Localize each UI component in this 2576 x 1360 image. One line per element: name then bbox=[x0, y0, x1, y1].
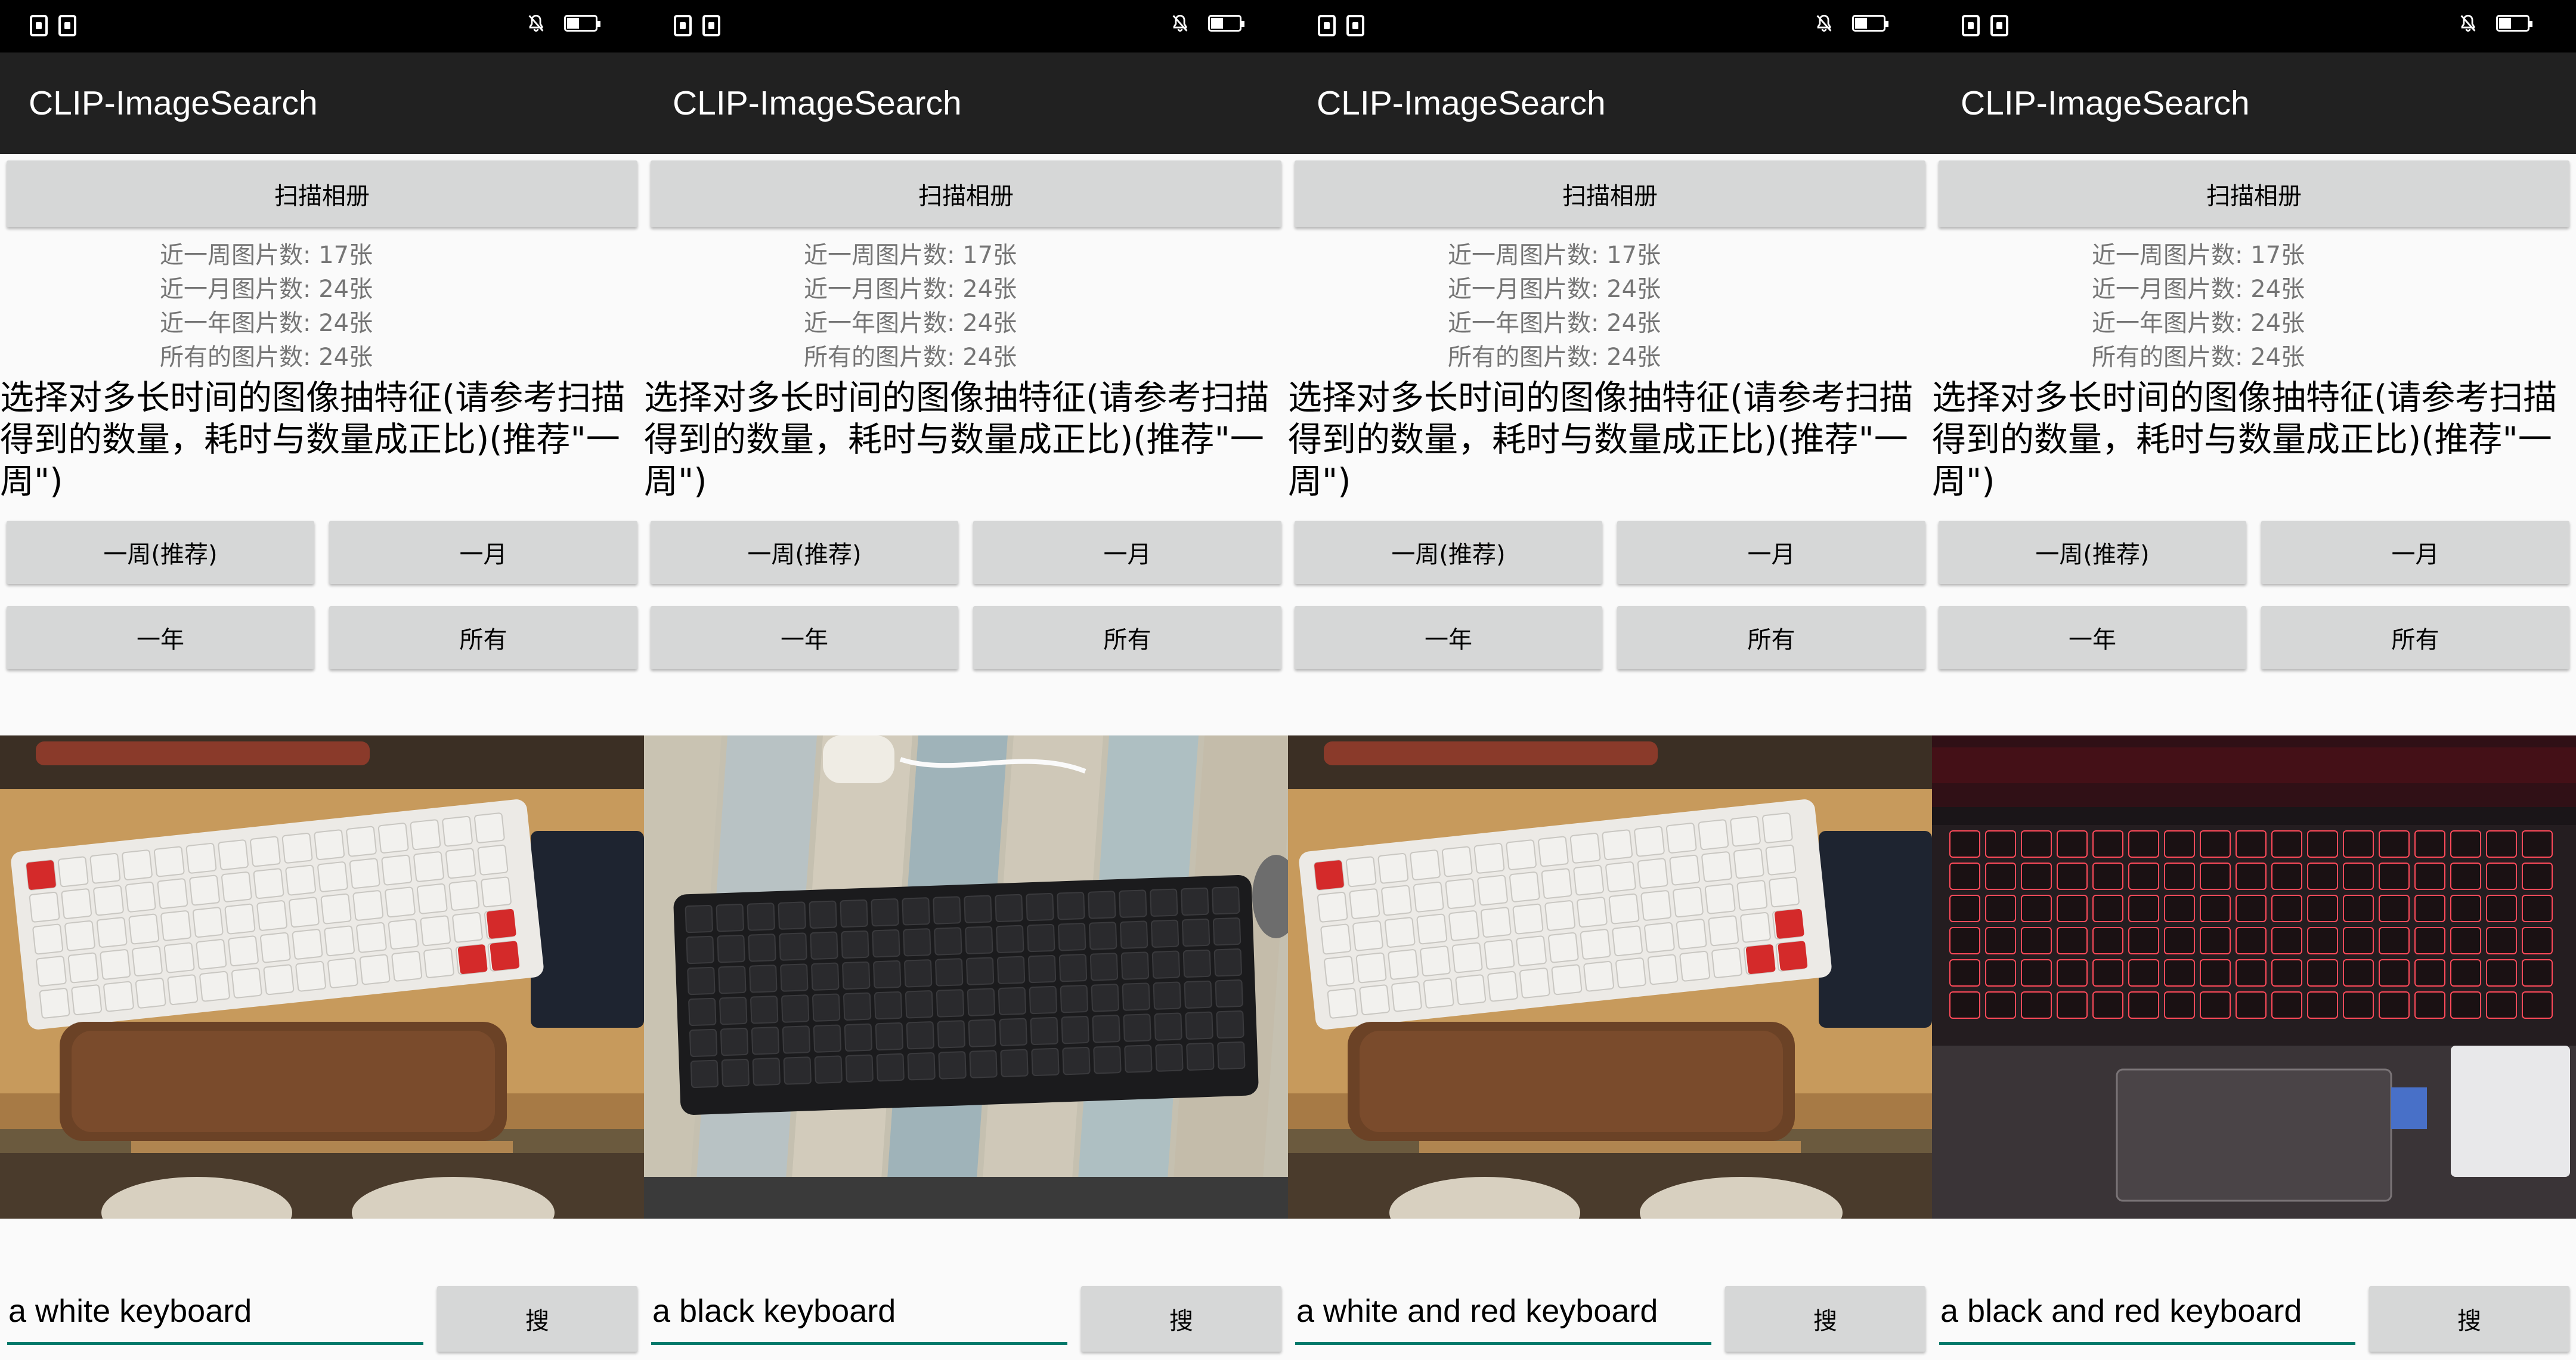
upload-notification-icon bbox=[1346, 15, 1364, 36]
scan-album-button[interactable]: 扫描相册 bbox=[651, 160, 1281, 227]
range-month-button[interactable]: 一月 bbox=[973, 521, 1281, 584]
stat-month: 近一月图片数: 24张 bbox=[160, 276, 373, 303]
search-button[interactable]: 搜 bbox=[437, 1286, 637, 1352]
bell-muted-icon bbox=[2458, 13, 2478, 33]
app-title: CLIP-ImageSearch bbox=[1961, 84, 2250, 122]
search-button[interactable]: 搜 bbox=[2369, 1286, 2569, 1352]
status-bar bbox=[0, 0, 644, 52]
battery-icon bbox=[1852, 15, 1888, 32]
range-year-button[interactable]: 一年 bbox=[1295, 606, 1602, 669]
phone-screen: CLIP-ImageSearch 扫描相册 近一周图片数: 17张 近一月图片数… bbox=[1932, 0, 2576, 1360]
range-week-button[interactable]: 一周(推荐) bbox=[1295, 521, 1602, 584]
range-week-button[interactable]: 一周(推荐) bbox=[7, 521, 314, 584]
query-input[interactable] bbox=[651, 1279, 1067, 1345]
stat-month: 近一月图片数: 24张 bbox=[804, 276, 1017, 303]
white-keyboard-with-red-keycaps-photo[interactable] bbox=[0, 735, 644, 1219]
stat-all: 所有的图片数: 24张 bbox=[2092, 344, 2305, 371]
range-month-button[interactable]: 一月 bbox=[329, 521, 637, 584]
stat-month: 近一月图片数: 24张 bbox=[2092, 276, 2305, 303]
battery-icon bbox=[564, 15, 600, 32]
battery-icon bbox=[2496, 15, 2532, 32]
stat-year: 近一年图片数: 24张 bbox=[1448, 310, 1661, 337]
status-bar bbox=[644, 0, 1288, 52]
query-input[interactable] bbox=[1939, 1279, 2355, 1345]
query-input[interactable] bbox=[7, 1279, 423, 1345]
phone-screen: CLIP-ImageSearch 扫描相册 近一周图片数: 17张 近一月图片数… bbox=[644, 0, 1288, 1360]
range-month-button[interactable]: 一月 bbox=[1617, 521, 1925, 584]
upload-notification-icon bbox=[58, 15, 76, 36]
status-bar bbox=[1932, 0, 2576, 52]
search-button[interactable]: 搜 bbox=[1081, 1286, 1281, 1352]
range-all-button[interactable]: 所有 bbox=[1617, 606, 1925, 669]
stat-all: 所有的图片数: 24张 bbox=[804, 344, 1017, 371]
upload-notification-icon bbox=[702, 15, 720, 36]
stat-week: 近一周图片数: 17张 bbox=[804, 242, 1017, 269]
time-range-prompt: 选择对多长时间的图像抽特征(请参考扫描得到的数量，耗时与数量成正比)(推荐"一周… bbox=[1288, 378, 1914, 501]
time-range-prompt: 选择对多长时间的图像抽特征(请参考扫描得到的数量，耗时与数量成正比)(推荐"一周… bbox=[644, 378, 1270, 501]
app-bar: CLIP-ImageSearch bbox=[0, 52, 644, 154]
stat-year: 近一年图片数: 24张 bbox=[160, 310, 373, 337]
image-count-stats: 近一周图片数: 17张 近一月图片数: 24张 近一年图片数: 24张 所有的图… bbox=[804, 239, 1102, 375]
phone-screen: CLIP-ImageSearch 扫描相册 近一周图片数: 17张 近一月图片数… bbox=[1288, 0, 1932, 1360]
app-bar: CLIP-ImageSearch bbox=[644, 52, 1288, 154]
range-year-button[interactable]: 一年 bbox=[1939, 606, 2246, 669]
notification-icon bbox=[1962, 15, 1980, 36]
query-input[interactable] bbox=[1295, 1279, 1711, 1345]
range-week-button[interactable]: 一周(推荐) bbox=[651, 521, 958, 584]
image-count-stats: 近一周图片数: 17张 近一月图片数: 24张 近一年图片数: 24张 所有的图… bbox=[2092, 239, 2390, 375]
stat-month: 近一月图片数: 24张 bbox=[1448, 276, 1661, 303]
app-bar: CLIP-ImageSearch bbox=[1932, 52, 2576, 154]
range-year-button[interactable]: 一年 bbox=[651, 606, 958, 669]
app-bar: CLIP-ImageSearch bbox=[1288, 52, 1932, 154]
battery-icon bbox=[1208, 15, 1244, 32]
upload-notification-icon bbox=[1990, 15, 2008, 36]
image-count-stats: 近一周图片数: 17张 近一月图片数: 24张 近一年图片数: 24张 所有的图… bbox=[160, 239, 458, 375]
phone-screen: CLIP-ImageSearch 扫描相册 近一周图片数: 17张 近一月图片数… bbox=[0, 0, 644, 1360]
range-year-button[interactable]: 一年 bbox=[7, 606, 314, 669]
range-all-button[interactable]: 所有 bbox=[2261, 606, 2569, 669]
status-bar bbox=[1288, 0, 1932, 52]
stat-year: 近一年图片数: 24张 bbox=[2092, 310, 2305, 337]
bell-muted-icon bbox=[1170, 13, 1190, 33]
app-title: CLIP-ImageSearch bbox=[673, 84, 962, 122]
stat-year: 近一年图片数: 24张 bbox=[804, 310, 1017, 337]
range-all-button[interactable]: 所有 bbox=[329, 606, 637, 669]
notification-icon bbox=[30, 15, 48, 36]
range-month-button[interactable]: 一月 bbox=[2261, 521, 2569, 584]
app-title: CLIP-ImageSearch bbox=[29, 84, 318, 122]
scan-album-button[interactable]: 扫描相册 bbox=[1295, 160, 1925, 227]
stat-week: 近一周图片数: 17张 bbox=[1448, 242, 1661, 269]
app-title: CLIP-ImageSearch bbox=[1317, 84, 1606, 122]
stat-all: 所有的图片数: 24张 bbox=[160, 344, 373, 371]
range-all-button[interactable]: 所有 bbox=[973, 606, 1281, 669]
red-backlit-laptop-keyboard-photo[interactable] bbox=[1932, 735, 2576, 1219]
white-keyboard-with-red-keycaps-photo[interactable] bbox=[1288, 735, 1932, 1219]
time-range-prompt: 选择对多长时间的图像抽特征(请参考扫描得到的数量，耗时与数量成正比)(推荐"一周… bbox=[0, 378, 626, 501]
image-count-stats: 近一周图片数: 17张 近一月图片数: 24张 近一年图片数: 24张 所有的图… bbox=[1448, 239, 1746, 375]
search-button[interactable]: 搜 bbox=[1725, 1286, 1925, 1352]
stat-week: 近一周图片数: 17张 bbox=[160, 242, 373, 269]
stat-week: 近一周图片数: 17张 bbox=[2092, 242, 2305, 269]
black-keyboard-on-wood-photo[interactable] bbox=[644, 735, 1288, 1219]
notification-icon bbox=[1318, 15, 1336, 36]
notification-icon bbox=[674, 15, 692, 36]
bell-muted-icon bbox=[1814, 13, 1834, 33]
range-week-button[interactable]: 一周(推荐) bbox=[1939, 521, 2246, 584]
scan-album-button[interactable]: 扫描相册 bbox=[7, 160, 637, 227]
time-range-prompt: 选择对多长时间的图像抽特征(请参考扫描得到的数量，耗时与数量成正比)(推荐"一周… bbox=[1932, 378, 2558, 501]
bell-muted-icon bbox=[526, 13, 546, 33]
scan-album-button[interactable]: 扫描相册 bbox=[1939, 160, 2569, 227]
stat-all: 所有的图片数: 24张 bbox=[1448, 344, 1661, 371]
